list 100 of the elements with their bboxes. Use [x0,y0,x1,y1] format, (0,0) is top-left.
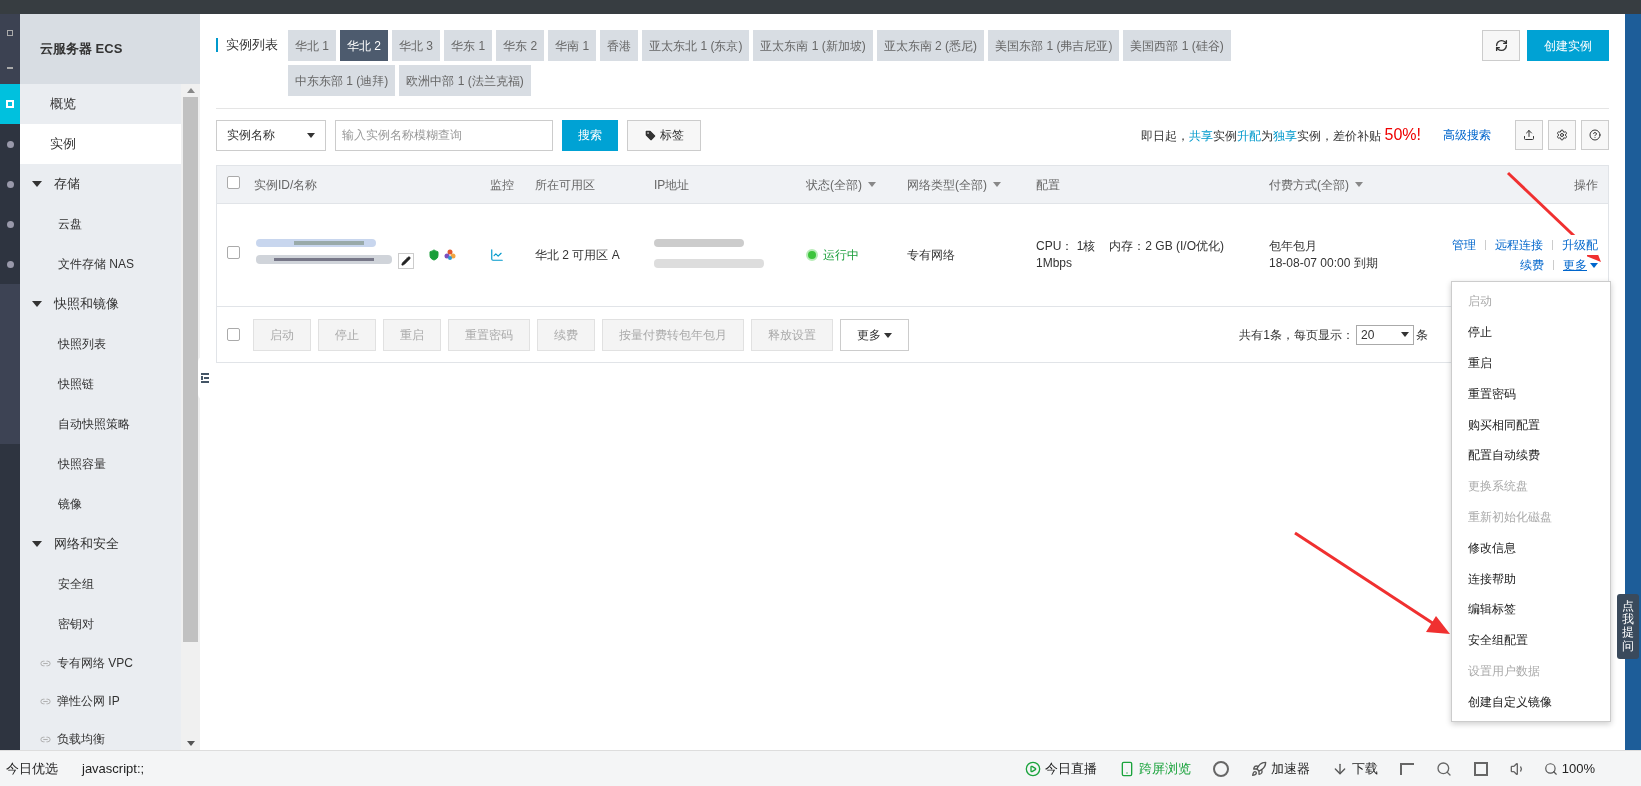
zoom-level[interactable]: 100% [1543,758,1595,779]
billing-cell-text: 包年包月 [1269,238,1318,255]
caret-icon [884,332,892,338]
sidebar-item[interactable]: 实例 [20,124,181,164]
field-select[interactable]: 实例名称 [216,119,326,151]
region-tab[interactable]: 亚太东南 2 (悉尼) [876,30,985,61]
action-link[interactable]: 续费 [1520,255,1544,275]
flag-icon[interactable] [1399,762,1414,775]
column-header: 配置 [1036,176,1060,194]
live-icon [1024,760,1041,777]
sidebar-item[interactable]: 快照链 [20,364,181,404]
sidebar-item[interactable]: 快照列表 [20,324,181,364]
scrollbar[interactable] [181,84,200,750]
region-tab[interactable]: 华北 2 [340,30,389,61]
column-header[interactable]: 网络类型(全部) [907,175,1001,194]
settings-button[interactable] [1548,120,1576,150]
caret-icon [868,182,876,187]
page-size-select[interactable]: 20 [1356,324,1414,345]
tool-icon[interactable] [1212,760,1229,777]
menu-group[interactable]: 网络和安全 [20,524,181,564]
refresh-button[interactable] [1482,30,1520,61]
sidebar-item[interactable]: 自动快照策略 [20,404,181,444]
sidebar-item[interactable]: 安全组 [20,564,181,604]
menu-group[interactable]: 存储 [20,164,181,204]
status-bar-button[interactable]: 今日直播 [1024,758,1097,779]
help-button[interactable] [1581,120,1609,150]
tag-icon [644,128,657,142]
checkbox[interactable] [227,328,240,341]
config-cell-text: 1Mbps [1036,255,1074,272]
sidebar-item[interactable]: 云盘 [20,204,181,244]
search-field[interactable]: 输入实例名称模糊查询 [335,119,553,151]
action-link[interactable]: 升级配 [1562,235,1598,255]
region-tab[interactable]: 华东 2 [496,30,545,61]
caret-icon [993,182,1001,187]
feedback-tab[interactable]: 点我提问 [1617,594,1639,659]
checkbox[interactable] [227,246,240,259]
column-header: 实例ID/名称 [254,176,318,194]
export-button[interactable] [1515,120,1543,150]
status-bar-button[interactable]: 下载 [1331,758,1378,779]
region-tab[interactable]: 亚太东南 1 (新加坡) [753,30,873,61]
sidebar-item[interactable]: 镜像 [20,484,181,524]
column-header[interactable]: 付费方式(全部) [1269,175,1363,194]
network-cell-text: 专有网络 [907,247,956,264]
status-badge: 运行中 [806,246,907,264]
menu-item[interactable]: 配置自动续费 [1452,440,1610,471]
zone-cell-text: 华北 2 可用区 A [535,247,621,264]
window-icon[interactable] [1473,761,1488,776]
favorites-link[interactable]: 今日优选 [6,758,58,779]
status-bar-button[interactable]: 加速器 [1250,758,1310,779]
shield-icon [428,249,440,261]
menu-item[interactable]: 修改信息 [1452,532,1610,564]
menu-item[interactable]: 停止 [1452,316,1610,348]
menu-item[interactable]: 编辑标签 [1452,593,1610,625]
sidebar-item[interactable]: 概览 [20,84,181,124]
menu-item[interactable]: 创建自定义镜像 [1452,686,1610,718]
menu-item[interactable]: 连接帮助 [1452,563,1610,594]
menu-item[interactable]: 重启 [1452,347,1610,379]
caret-icon [307,132,315,138]
tag-button[interactable]: 标签 [627,119,701,151]
region-tab[interactable]: 华东 1 [444,30,493,61]
sidebar-item[interactable]: 专有网络 VPC [20,644,181,682]
region-tab[interactable]: 美国东部 1 (弗吉尼亚) [988,30,1120,61]
nav-icon[interactable] [7,66,13,69]
menu-icon[interactable] [7,29,13,36]
region-tab[interactable]: 中东东部 1 (迪拜) [288,65,396,96]
column-header: 监控 [490,176,514,194]
page-title: 实例列表 [216,38,278,52]
help-icon [1589,129,1601,141]
zoom-icon [1543,761,1558,776]
menu-group[interactable]: 快照和镜像 [20,284,181,324]
promo-text: 即日起，共享实例升配为独享实例，差价补贴 50%! [1141,125,1421,145]
menu-item[interactable]: 重置密码 [1452,378,1610,410]
sidebar-item[interactable]: 弹性公网 IP [20,682,181,720]
checkbox[interactable] [227,175,240,189]
menu-item[interactable]: 购买相同配置 [1452,409,1610,440]
sidebar-item[interactable]: 文件存储 NAS [20,244,181,284]
region-tab[interactable]: 华南 1 [548,30,597,61]
caret-icon [32,541,42,547]
advanced-search-link[interactable]: 高级搜索 [1443,126,1491,144]
export-icon [1523,129,1535,141]
region-tab[interactable]: 华北 3 [392,30,441,61]
edit-button[interactable] [398,253,414,269]
region-tab[interactable]: 美国西部 1 (硅谷) [1123,30,1231,61]
pagination-unit: 条 [1416,326,1428,344]
region-tab[interactable]: 亚太东北 1 (东京) [642,30,750,61]
monitor-chart-icon[interactable] [490,248,504,262]
region-tab[interactable]: 华北 1 [288,30,336,61]
caret-icon [32,301,42,307]
sidebar-item[interactable]: 快照容量 [20,444,181,484]
config-cell: 内存：2 GB (I/O优化) [1109,238,1225,255]
sidebar-title: 云服务器 ECS [20,14,200,84]
bulk-action-button[interactable]: 更多 [840,318,909,351]
region-tab[interactable]: 欧洲中部 1 (法兰克福) [399,65,531,96]
billing-cell-text: 18-08-07 00:00 到期 [1269,255,1379,272]
region-tab[interactable]: 香港 [600,30,639,61]
sidebar-item[interactable]: 密钥对 [20,604,181,644]
sidebar-item[interactable]: 负载均衡 [20,720,181,750]
menu-item[interactable]: 安全组配置 [1452,624,1610,656]
rocket-icon [1250,760,1267,777]
column-header[interactable]: 状态(全部) [806,175,876,194]
